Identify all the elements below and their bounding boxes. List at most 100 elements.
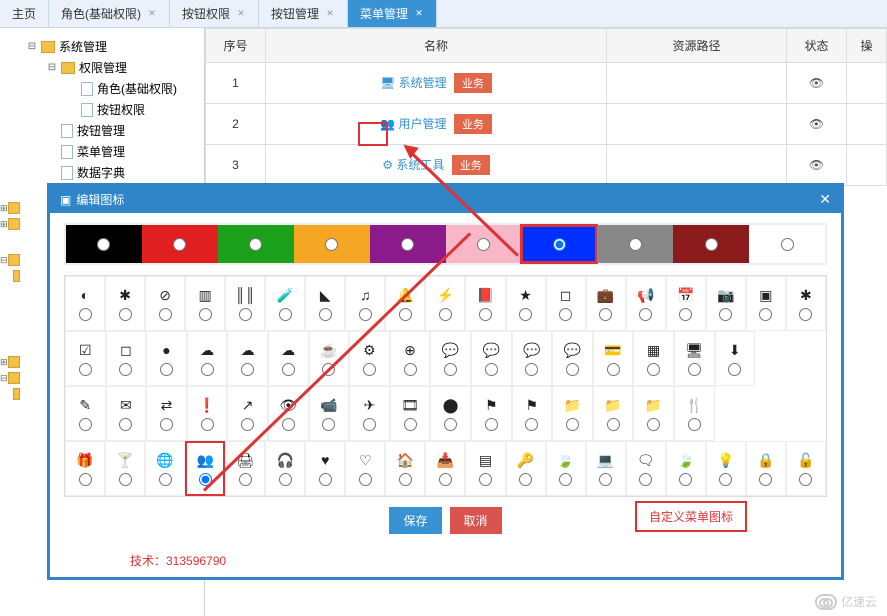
icon-option[interactable]: ⚡ — [425, 276, 465, 331]
icon-option[interactable]: 💬 — [512, 331, 553, 386]
icon-option[interactable]: ⬤ — [430, 386, 471, 441]
tree-node-menu-mgmt[interactable]: 菜单管理 — [4, 141, 200, 162]
color-swatch[interactable] — [521, 225, 597, 263]
table-row[interactable]: 3 ⚙ 系统工具 业务 👁 — [206, 145, 887, 186]
color-swatch[interactable] — [446, 225, 522, 263]
icon-option[interactable]: 📥 — [425, 441, 465, 496]
icon-option[interactable]: 💳 — [593, 331, 634, 386]
tree-node-perm[interactable]: ⊟权限管理 — [4, 57, 200, 78]
icon-option[interactable]: ★ — [506, 276, 546, 331]
icon-option[interactable]: 🎞 — [390, 386, 431, 441]
collapse-icon[interactable]: ⊟ — [46, 62, 58, 74]
icon-option[interactable]: ☁ — [227, 331, 268, 386]
icon-option[interactable]: 💻 — [586, 441, 626, 496]
close-icon[interactable]: ✕ — [414, 9, 424, 19]
icon-option[interactable]: ⚑ — [471, 386, 512, 441]
icon-option[interactable]: ◐ — [65, 276, 105, 331]
table-row[interactable]: 1 🖥 系统管理 业务 👁 — [206, 63, 887, 104]
eye-icon[interactable]: 👁 — [787, 104, 847, 145]
icon-option[interactable]: ✈ — [349, 386, 390, 441]
icon-option[interactable]: ⊕ — [390, 331, 431, 386]
icon-option[interactable]: ⇄ — [146, 386, 187, 441]
tab-button-mgmt[interactable]: 按钮管理✕ — [259, 0, 348, 27]
table-row[interactable]: 2 👥 用户管理 业务 👁 — [206, 104, 887, 145]
icon-option[interactable]: 👁 — [268, 386, 309, 441]
dialog-title-bar[interactable]: ▣编辑图标 ✕ — [50, 186, 841, 213]
icon-option[interactable]: ✱ — [786, 276, 826, 331]
icon-option[interactable]: ⬇ — [715, 331, 756, 386]
eye-icon[interactable]: 👁 — [787, 63, 847, 104]
icon-option[interactable]: 🔑 — [506, 441, 546, 496]
icon-option[interactable]: ↗ — [227, 386, 268, 441]
icon-option[interactable]: 💬 — [552, 331, 593, 386]
icon-option[interactable]: ♡ — [345, 441, 385, 496]
color-swatch[interactable] — [218, 225, 294, 263]
icon-option[interactable]: 📁 — [633, 386, 674, 441]
icon-option[interactable]: 🗨 — [626, 441, 666, 496]
tab-button-perm[interactable]: 按钮权限✕ — [170, 0, 259, 27]
tree-node-btn-perm[interactable]: 按钮权限 — [4, 99, 200, 120]
icon-option[interactable]: 💬 — [471, 331, 512, 386]
icon-option[interactable]: 📕 — [465, 276, 505, 331]
icon-option[interactable]: 📷 — [706, 276, 746, 331]
cancel-button[interactable]: 取消 — [450, 507, 502, 534]
icon-option[interactable]: ▤ — [465, 441, 505, 496]
icon-option[interactable]: ⚑ — [512, 386, 553, 441]
icon-option[interactable]: 📁 — [552, 386, 593, 441]
icon-option[interactable]: 🍃 — [546, 441, 586, 496]
tab-home[interactable]: 主页 — [0, 0, 49, 27]
tree-node-btn-mgmt[interactable]: 按钮管理 — [4, 120, 200, 141]
color-swatch[interactable] — [66, 225, 142, 263]
icon-option[interactable]: 🌐 — [145, 441, 185, 496]
icon-option[interactable]: 🖥 — [674, 331, 715, 386]
icon-option[interactable]: 💬 — [430, 331, 471, 386]
icon-option[interactable]: 📹 — [309, 386, 350, 441]
icon-option[interactable]: ● — [146, 331, 187, 386]
icon-option[interactable]: ◻ — [546, 276, 586, 331]
icon-option[interactable]: ☕ — [309, 331, 350, 386]
icon-option[interactable]: ▣ — [746, 276, 786, 331]
tree-node-role[interactable]: 角色(基础权限) — [4, 78, 200, 99]
color-swatch[interactable] — [370, 225, 446, 263]
tab-role[interactable]: 角色(基础权限)✕ — [49, 0, 170, 27]
color-swatch[interactable] — [142, 225, 218, 263]
icon-option[interactable]: ♫ — [345, 276, 385, 331]
close-icon[interactable]: ✕ — [236, 9, 246, 19]
icon-option[interactable]: 🍃 — [666, 441, 706, 496]
color-swatch[interactable] — [749, 225, 825, 263]
icon-option[interactable]: 🔔 — [385, 276, 425, 331]
icon-option[interactable]: 🔒 — [746, 441, 786, 496]
icon-option[interactable]: 💼 — [586, 276, 626, 331]
icon-option[interactable]: 👥 — [185, 441, 225, 496]
icon-option[interactable]: 🧪 — [265, 276, 305, 331]
icon-option[interactable]: 🍴 — [674, 386, 715, 441]
icon-option[interactable]: 📁 — [593, 386, 634, 441]
icon-option[interactable]: ║║ — [225, 276, 265, 331]
icon-option[interactable]: ▦ — [633, 331, 674, 386]
icon-option[interactable]: ♥ — [305, 441, 345, 496]
icon-option[interactable]: ⚙ — [349, 331, 390, 386]
icon-option[interactable]: ▥ — [185, 276, 225, 331]
color-swatch[interactable] — [673, 225, 749, 263]
close-icon[interactable]: ✕ — [147, 9, 157, 19]
color-swatch[interactable] — [597, 225, 673, 263]
tree-node-system[interactable]: ⊟系统管理 — [4, 36, 200, 57]
icon-option[interactable]: ✎ — [65, 386, 106, 441]
icon-option[interactable]: 💡 — [706, 441, 746, 496]
icon-option[interactable]: ◻ — [106, 331, 147, 386]
icon-option[interactable]: ☑ — [65, 331, 106, 386]
eye-icon[interactable]: 👁 — [787, 145, 847, 186]
icon-option[interactable]: ⊘ — [145, 276, 185, 331]
icon-option[interactable]: ❗ — [187, 386, 228, 441]
icon-option[interactable]: 🎧 — [265, 441, 305, 496]
icon-option[interactable]: 🍸 — [105, 441, 145, 496]
icon-option[interactable]: 🔓 — [786, 441, 826, 496]
icon-option[interactable]: 📅 — [666, 276, 706, 331]
icon-option[interactable]: 🏠 — [385, 441, 425, 496]
close-icon[interactable]: ✕ — [325, 9, 335, 19]
tree-node-data-dict[interactable]: 数据字典 — [4, 162, 200, 183]
tab-menu-mgmt[interactable]: 菜单管理✕ — [348, 0, 437, 27]
icon-option[interactable]: ✉ — [106, 386, 147, 441]
icon-option[interactable]: 📢 — [626, 276, 666, 331]
color-swatch[interactable] — [294, 225, 370, 263]
